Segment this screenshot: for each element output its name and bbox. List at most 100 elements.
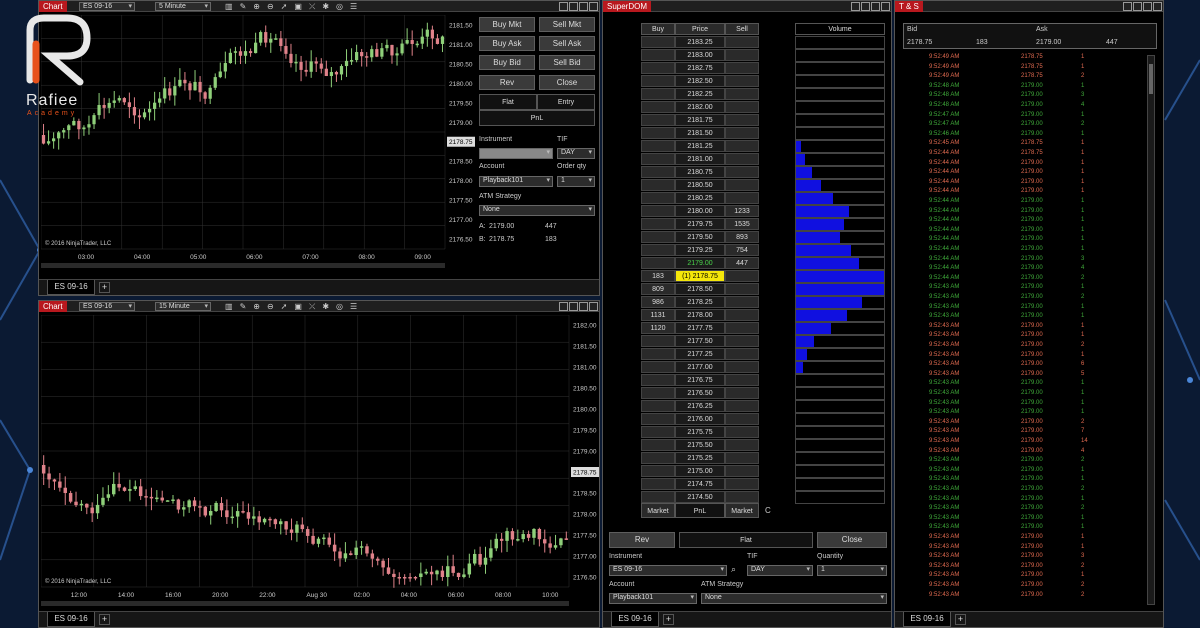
sell-mkt-button[interactable]: Sell Mkt	[539, 17, 595, 32]
dom-qty-stepper[interactable]: 1	[817, 565, 887, 576]
close-button[interactable]: Close	[539, 75, 595, 90]
buy-mkt-button[interactable]: Buy Mkt	[479, 17, 535, 32]
dom-sell-cell[interactable]	[725, 283, 759, 295]
dom-sell-cell[interactable]	[725, 413, 759, 425]
dom-price-cell[interactable]: 2176.00	[675, 413, 725, 425]
dom-price-cell[interactable]: 2177.50	[675, 335, 725, 347]
dom-buy-cell[interactable]	[641, 244, 675, 256]
add-tab-icon[interactable]: +	[663, 614, 674, 625]
strategy-icon[interactable]: ✱	[322, 1, 329, 12]
dom-price-cell[interactable]: 2174.75	[675, 478, 725, 490]
dom-sell-cell[interactable]	[725, 426, 759, 438]
dom-sell-cell[interactable]	[725, 101, 759, 113]
dom-price-cell[interactable]: 2177.25	[675, 348, 725, 360]
dom-sell-cell[interactable]	[725, 491, 759, 503]
atm-strategy-select[interactable]: None	[479, 205, 595, 216]
dom-sell-cell[interactable]	[725, 140, 759, 152]
dom-buy-cell[interactable]: 809	[641, 283, 675, 295]
dom-buy-cell[interactable]	[641, 62, 675, 74]
dom-sell-cell[interactable]: 447	[725, 257, 759, 269]
dom-sell-cell[interactable]	[725, 309, 759, 321]
search-icon[interactable]: ⌕	[731, 564, 736, 575]
close-icon[interactable]	[589, 302, 598, 311]
ts-tab[interactable]: ES 09-16	[903, 612, 951, 627]
dom-sell-cell[interactable]	[725, 452, 759, 464]
dom-sell-cell[interactable]	[725, 400, 759, 412]
add-tab-icon[interactable]: +	[955, 614, 966, 625]
sell-bid-button[interactable]: Sell Bid	[539, 55, 595, 70]
market-sell-button[interactable]: Market	[725, 503, 759, 518]
dom-instrument-select[interactable]: ES 09-16	[609, 565, 727, 576]
dom-price-cell[interactable]: 2175.75	[675, 426, 725, 438]
dom-price-cell[interactable]: 2181.75	[675, 114, 725, 126]
maximize-icon[interactable]	[569, 302, 578, 311]
dom-price-cell[interactable]: 2181.25	[675, 140, 725, 152]
maximize-icon[interactable]	[1133, 2, 1142, 11]
dom-rev-button[interactable]: Rev	[609, 532, 675, 548]
maximize-icon[interactable]	[569, 2, 578, 11]
maximize-icon[interactable]	[861, 2, 870, 11]
dom-price-cell[interactable]: 2182.50	[675, 75, 725, 87]
dom-buy-cell[interactable]	[641, 140, 675, 152]
properties-icon[interactable]: ▣	[294, 301, 302, 312]
dom-price-cell[interactable]: 2175.25	[675, 452, 725, 464]
dom-sell-cell[interactable]	[725, 387, 759, 399]
dom-buy-cell[interactable]	[641, 465, 675, 477]
chart-scrollbar[interactable]	[41, 601, 569, 606]
dom-sell-cell[interactable]	[725, 75, 759, 87]
dom-buy-cell[interactable]	[641, 36, 675, 48]
dom-buy-cell[interactable]	[641, 478, 675, 490]
dom-price-cell[interactable]: 2178.00	[675, 309, 725, 321]
pointer-icon[interactable]: ➚	[281, 301, 288, 312]
dom-buy-cell[interactable]	[641, 439, 675, 451]
bars-icon[interactable]: ▥	[225, 301, 233, 312]
restore-icon[interactable]	[871, 2, 880, 11]
dom-buy-cell[interactable]	[641, 452, 675, 464]
dom-atm-select[interactable]: None	[701, 593, 887, 604]
dom-sell-cell[interactable]	[725, 335, 759, 347]
instrument-select-disabled[interactable]	[479, 148, 553, 159]
dom-price-cell[interactable]: 2180.75	[675, 166, 725, 178]
add-tab-icon[interactable]: +	[99, 614, 110, 625]
dom-sell-cell[interactable]	[725, 322, 759, 334]
dom-price-cell[interactable]: 2175.00	[675, 465, 725, 477]
dom-buy-cell[interactable]	[641, 153, 675, 165]
chart-top-interval-select[interactable]: 5 Minute	[155, 2, 211, 11]
dom-sell-cell[interactable]	[725, 62, 759, 74]
dom-sell-cell[interactable]	[725, 192, 759, 204]
dom-price-cell[interactable]: (1) 2178.75	[675, 270, 725, 282]
dom-buy-cell[interactable]	[641, 231, 675, 243]
dom-sell-cell[interactable]	[725, 49, 759, 61]
dom-price-cell[interactable]: 2179.25	[675, 244, 725, 256]
dom-price-cell[interactable]: 2178.25	[675, 296, 725, 308]
dom-sell-cell[interactable]	[725, 88, 759, 100]
close-icon[interactable]	[1153, 2, 1162, 11]
dom-sell-cell[interactable]	[725, 179, 759, 191]
chart-bottom-instrument-select[interactable]: ES 09-16	[79, 302, 135, 311]
minimize-icon[interactable]	[559, 302, 568, 311]
dom-price-cell[interactable]: 2183.00	[675, 49, 725, 61]
list-icon[interactable]: ☰	[350, 301, 357, 312]
dom-buy-cell[interactable]	[641, 400, 675, 412]
restore-icon[interactable]	[1143, 2, 1152, 11]
dom-sell-cell[interactable]	[725, 478, 759, 490]
pointer-icon[interactable]: ➚	[281, 1, 288, 12]
dom-tif-select[interactable]: DAY	[747, 565, 813, 576]
drawing-icon[interactable]: ⤫	[309, 301, 315, 312]
dom-buy-cell[interactable]	[641, 101, 675, 113]
drawing-icon[interactable]: ⤫	[309, 1, 315, 12]
dom-price-cell[interactable]: 2176.25	[675, 400, 725, 412]
dom-price-cell[interactable]: 2182.75	[675, 62, 725, 74]
properties-icon[interactable]: ▣	[294, 1, 302, 12]
dom-price-cell[interactable]: 2177.00	[675, 361, 725, 373]
indicator-icon[interactable]: ◎	[336, 1, 343, 12]
dom-price-cell[interactable]: 2182.00	[675, 101, 725, 113]
dom-account-select[interactable]: Playback101	[609, 593, 697, 604]
dom-sell-cell[interactable]: 893	[725, 231, 759, 243]
ts-scrollbar[interactable]	[1147, 55, 1155, 605]
dom-price-cell[interactable]: 2177.75	[675, 322, 725, 334]
dom-buy-cell[interactable]	[641, 218, 675, 230]
dom-price-cell[interactable]: 2179.00	[675, 257, 725, 269]
minimize-icon[interactable]	[1123, 2, 1132, 11]
dom-price-cell[interactable]: 2176.75	[675, 374, 725, 386]
